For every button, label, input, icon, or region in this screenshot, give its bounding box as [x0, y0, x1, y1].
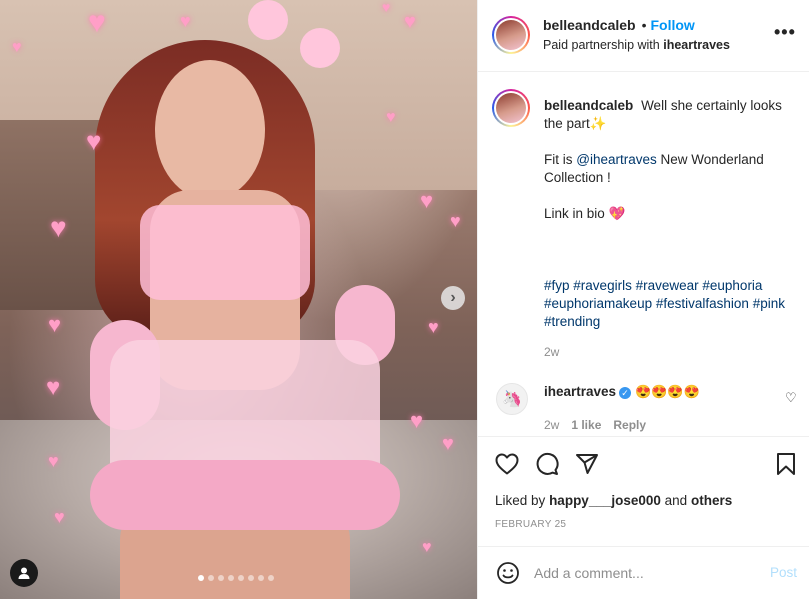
liked-by-user-link[interactable]: happy___jose000: [549, 493, 661, 508]
follow-button[interactable]: Follow: [651, 17, 695, 33]
tagged-users-button[interactable]: [10, 559, 38, 587]
heart-sticker: ♥: [404, 11, 416, 33]
heart-sticker: ♥: [46, 374, 61, 401]
carousel-dot: [208, 575, 214, 581]
carousel-next-button[interactable]: ›: [441, 286, 465, 310]
caption-author-avatar[interactable]: [492, 89, 530, 127]
instagram-post-modal: ♥ ♥ ♥ ♥ ♥ ♥ ♥ ♥ ♥ ♥ ♥ ♥ ♥ ♥ ♥ ♥ ♥ ♥ › be…: [0, 0, 809, 599]
post-comment-button[interactable]: Post: [770, 565, 797, 580]
author-avatar[interactable]: [492, 16, 530, 54]
verified-badge-icon: ✓: [619, 387, 632, 399]
photo-pom-left: [248, 0, 288, 40]
heart-sticker: ♥: [48, 312, 62, 337]
comment-like-icon[interactable]: ♡: [785, 390, 797, 406]
carousel-dot: [258, 575, 264, 581]
heart-sticker: ♥: [420, 188, 434, 213]
caption-hashtags: #fyp #ravegirls #ravewear #euphoria #eup…: [544, 277, 794, 331]
save-bookmark-icon[interactable]: [773, 451, 799, 477]
post-caption: belleandcaleb Well she certainly looks t…: [544, 97, 794, 331]
comment-item: 🦄 iheartraves ✓ 😍😍😍😍 2w 1 like Reply ♡: [478, 373, 809, 437]
caption-author-avatar-image: [496, 93, 526, 123]
hashtag-link[interactable]: #pink: [753, 296, 785, 311]
partnership-label: Paid partnership with: [543, 38, 660, 52]
photo-subject-face: [155, 60, 265, 200]
heart-sticker: ♥: [12, 39, 22, 56]
carousel-dot: [268, 575, 274, 581]
commenter-username[interactable]: iheartraves: [544, 384, 616, 399]
like-heart-icon[interactable]: [494, 451, 520, 477]
caption-timestamp[interactable]: 2w: [544, 345, 559, 359]
comment-text: iheartraves ✓ 😍😍😍😍: [544, 384, 700, 400]
user-tag-icon: [18, 567, 30, 579]
heart-sticker: ♥: [422, 539, 432, 556]
hashtag-link[interactable]: #euphoriamakeup: [544, 296, 652, 311]
hashtag-link[interactable]: #euphoria: [702, 278, 762, 293]
comment-bubble-icon[interactable]: [534, 451, 560, 477]
heart-sticker: ♥: [48, 451, 59, 471]
heart-sticker: ♥: [86, 126, 102, 156]
carousel-dot: [238, 575, 244, 581]
post-date[interactable]: FEBRUARY 25: [495, 519, 566, 530]
add-comment-bar: Post: [478, 546, 809, 599]
caption-username[interactable]: belleandcaleb: [544, 98, 633, 113]
hashtag-link[interactable]: #ravegirls: [573, 278, 632, 293]
post-header: belleandcaleb • Follow Paid partnership wi…: [478, 0, 809, 72]
heart-sticker: ♥: [442, 433, 454, 455]
more-options-icon[interactable]: •••: [774, 22, 796, 43]
caption-fit-prefix: Fit is: [544, 152, 577, 167]
photo-fur-hem: [90, 460, 400, 530]
carousel-dot-active: [198, 575, 204, 581]
commenter-avatar[interactable]: 🦄: [496, 383, 528, 415]
comment-meta: 2w 1 like Reply: [544, 418, 646, 432]
photo-subject-top: [140, 205, 310, 300]
header-user-line: belleandcaleb • Follow: [543, 17, 695, 33]
heart-sticker: ♥: [450, 211, 461, 231]
comment-input[interactable]: [534, 562, 754, 584]
hashtag-link[interactable]: #ravewear: [636, 278, 699, 293]
comment-reply-button[interactable]: Reply: [613, 418, 646, 432]
liked-by-prefix: Liked by: [495, 493, 546, 508]
photo-pom-right: [300, 28, 340, 68]
comment-likes[interactable]: 1 like: [571, 418, 601, 432]
hashtag-link[interactable]: #trending: [544, 314, 600, 329]
post-actions: Liked by happy___jose000 and others FEBR…: [478, 436, 809, 546]
carousel-indicator: [198, 575, 274, 581]
liked-by-and: and: [664, 493, 688, 508]
carousel-dot: [218, 575, 224, 581]
emoji-picker-icon[interactable]: [496, 561, 520, 585]
caption-mention-link[interactable]: @iheartraves: [576, 152, 657, 167]
hashtag-link[interactable]: #fyp: [544, 278, 570, 293]
share-paper-plane-icon[interactable]: [574, 451, 600, 477]
heart-sticker: ♥: [50, 212, 67, 243]
caption-link-line: Link in bio 💖: [544, 206, 626, 221]
partner-link[interactable]: iheartraves: [663, 38, 730, 52]
author-username[interactable]: belleandcaleb: [543, 17, 636, 33]
heart-sticker: ♥: [410, 408, 424, 433]
heart-sticker: ♥: [382, 0, 391, 15]
comments-section: belleandcaleb Well she certainly looks t…: [478, 73, 809, 435]
liked-by-others-link[interactable]: others: [691, 493, 732, 508]
author-avatar-image: [496, 20, 526, 50]
heart-sticker: ♥: [88, 6, 106, 39]
post-side-panel: belleandcaleb • Follow Paid partnership wi…: [477, 0, 809, 599]
heart-sticker: ♥: [54, 507, 65, 527]
liked-by-line: Liked by happy___jose000 and others: [495, 493, 732, 508]
heart-sticker: ♥: [428, 317, 439, 337]
comment-body: 😍😍😍😍: [635, 384, 700, 399]
hashtag-link[interactable]: #festivalfashion: [656, 296, 749, 311]
comment-timestamp[interactable]: 2w: [544, 418, 559, 432]
partnership-line: Paid partnership with iheartraves: [543, 38, 730, 52]
heart-sticker: ♥: [386, 109, 396, 126]
heart-sticker: ♥: [180, 11, 191, 31]
separator-bullet: •: [641, 17, 647, 33]
carousel-dot: [228, 575, 234, 581]
carousel-dot: [248, 575, 254, 581]
post-photo[interactable]: ♥ ♥ ♥ ♥ ♥ ♥ ♥ ♥ ♥ ♥ ♥ ♥ ♥ ♥ ♥ ♥ ♥ ♥ ›: [0, 0, 477, 599]
